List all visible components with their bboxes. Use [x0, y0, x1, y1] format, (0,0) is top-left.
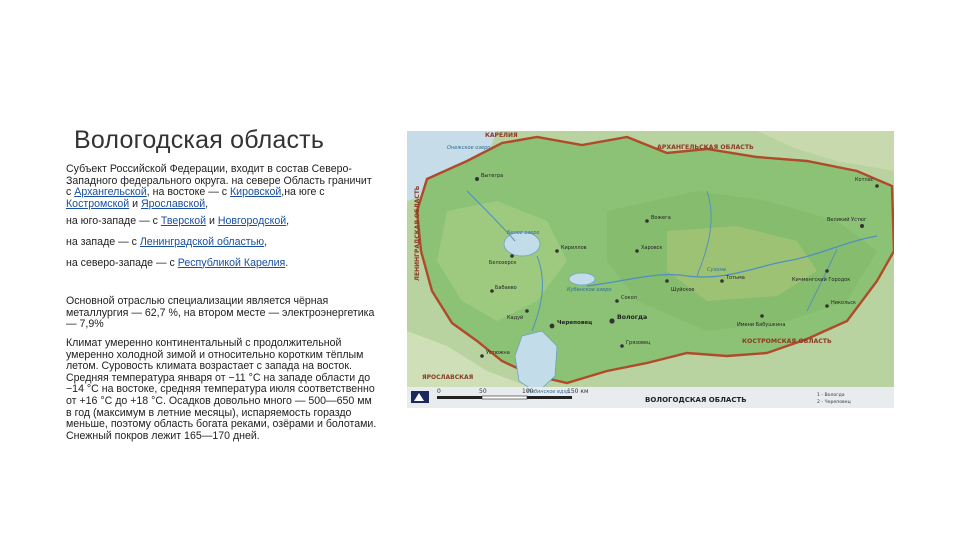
- city-dot-belozersk: [510, 254, 514, 258]
- slide-text: Субъект Российской Федерации, входит в с…: [66, 163, 378, 442]
- city-label-babaevo: Бабаево: [495, 285, 517, 291]
- map-legend-2: 2 - Череповец: [817, 399, 851, 405]
- slide-title: Вологодская область: [74, 126, 325, 154]
- city-label-kichmengsky: Кичменгский Городок: [792, 276, 850, 283]
- city-label-sokol: Сокол: [621, 295, 637, 301]
- city-label-vologda: Вологда: [617, 314, 647, 321]
- link-arkhangelsk[interactable]: Архангельской: [74, 186, 147, 198]
- nw-prefix: на северо-западе — с: [66, 256, 178, 269]
- city-dot-vologda: [609, 318, 615, 324]
- border-southwest: на юго-западе — с Тверской и Новгородско…: [66, 216, 378, 228]
- city-dot-ustyuzhna: [480, 354, 484, 358]
- city-dot-vozhega: [645, 219, 649, 223]
- city-dot-kichmengsky: [825, 269, 829, 273]
- label-lake-white: Белое озеро: [507, 230, 539, 236]
- w-end: ,: [264, 235, 268, 248]
- borders-text-2: ,на юге с: [281, 186, 325, 199]
- city-dot-kadui: [525, 309, 529, 313]
- city-dot-velikiy-ustyug: [860, 224, 864, 228]
- borders-text-3: и: [129, 197, 141, 210]
- link-karelia[interactable]: Республикой Карелия: [178, 257, 285, 269]
- city-dot-gryazovets: [620, 344, 624, 348]
- link-novgorod[interactable]: Новгородской: [218, 215, 286, 228]
- label-lake-kubenskoe: Кубенское озеро: [567, 287, 611, 293]
- city-dot-cherepovets: [549, 323, 555, 329]
- city-dot-kharovsk: [635, 249, 639, 253]
- map-svg: 0 50 100 150 км ВОЛОГОДСКАЯ ОБЛАСТЬ 1 - …: [407, 131, 894, 408]
- city-label-kirillov: Кириллов: [561, 245, 587, 251]
- region-map: 0 50 100 150 км ВОЛОГОДСКАЯ ОБЛАСТЬ 1 - …: [407, 131, 894, 408]
- borders-text-4: ,: [205, 197, 209, 210]
- scale-segment-3: [527, 396, 572, 399]
- link-leningrad[interactable]: Ленинградской областью: [140, 236, 264, 248]
- label-leningrad: ЛЕНИНГРАДСКАЯ ОБЛАСТЬ: [414, 185, 421, 281]
- sw-mid: и: [206, 215, 218, 228]
- city-label-kadui: Кадуй: [507, 314, 523, 321]
- city-label-gryazovets: Грязовец: [626, 340, 651, 346]
- sw-end: ,: [286, 215, 290, 228]
- label-karelia: КАРЕЛИЯ: [485, 132, 518, 139]
- borders-paragraph: Субъект Российской Федерации, входит в с…: [66, 163, 378, 210]
- map-region-name: ВОЛОГОДСКАЯ ОБЛАСТЬ: [645, 396, 747, 404]
- city-label-cherepovets: Череповец: [557, 320, 592, 326]
- city-label-kharovsk: Харовск: [641, 245, 662, 251]
- city-dot-vytegra: [475, 177, 479, 181]
- link-tver[interactable]: Тверской: [161, 215, 206, 228]
- city-label-nikolsk: Никольск: [831, 300, 856, 306]
- city-dot-sokol: [615, 299, 619, 303]
- link-yaroslavl[interactable]: Ярославской: [141, 198, 205, 210]
- city-label-velikiy-ustyug: Великий Устюг: [827, 216, 867, 223]
- scale-segment-1: [437, 396, 482, 399]
- link-kirov[interactable]: Кировской: [230, 186, 281, 198]
- city-label-belozersk: Белозерск: [489, 260, 516, 266]
- borders-text-1: , на востоке — с: [146, 186, 231, 199]
- scale-segment-2: [481, 395, 528, 400]
- city-label-ustyuzhna: Устюжна: [486, 350, 510, 356]
- city-dot-nikolsk: [825, 304, 829, 308]
- city-dot-babaevo: [490, 289, 494, 293]
- industry-paragraph: Основной отраслью специализации является…: [66, 295, 375, 331]
- city-label-shuyskoe: Шуйское: [671, 286, 694, 293]
- label-kostroma: КОСТРОМСКАЯ ОБЛАСТЬ: [742, 338, 832, 345]
- label-arkhangelsk: АРХАНГЕЛЬСКАЯ ОБЛАСТЬ: [657, 144, 754, 151]
- city-dot-shuyskoe: [665, 279, 669, 283]
- label-sukhona: Сухона: [707, 267, 726, 273]
- city-dot-totma: [720, 279, 724, 283]
- city-dot-kirillov: [555, 249, 559, 253]
- city-dot-imenevo: [760, 314, 764, 318]
- border-west: на западе — с Ленинградской областью,: [66, 235, 378, 249]
- city-dot-kotlas: [875, 184, 879, 188]
- climate-paragraph: Климат умеренно континентальный с продол…: [66, 336, 377, 442]
- map-legend-1: 1 - Вологда: [817, 392, 845, 398]
- city-label-vozhega: Вожега: [651, 215, 671, 221]
- sw-prefix: на юго-западе — с: [66, 215, 161, 228]
- city-label-vytegra: Вытегра: [481, 173, 503, 179]
- lake-kubenskoe: [568, 272, 596, 286]
- label-lake-onega: Онежское озеро: [447, 145, 490, 151]
- w-prefix: на западе — с: [66, 235, 140, 248]
- scale-label-50: 50: [479, 388, 487, 395]
- link-kostroma[interactable]: Костромской: [66, 198, 129, 210]
- city-label-imenevo: Имени Бабушкина: [737, 322, 785, 328]
- nw-end: .: [285, 256, 289, 269]
- city-label-totma: Тотьма: [725, 275, 745, 281]
- label-yaroslavl: ЯРОСЛАВСКАЯ: [422, 374, 474, 381]
- scale-label-0: 0: [437, 388, 441, 395]
- label-rybinsk: Рыбинское вдхр.: [527, 389, 571, 395]
- border-northwest: на северо-западе — с Республикой Карелия…: [66, 256, 378, 270]
- city-label-kotlas: Котлас: [855, 177, 874, 183]
